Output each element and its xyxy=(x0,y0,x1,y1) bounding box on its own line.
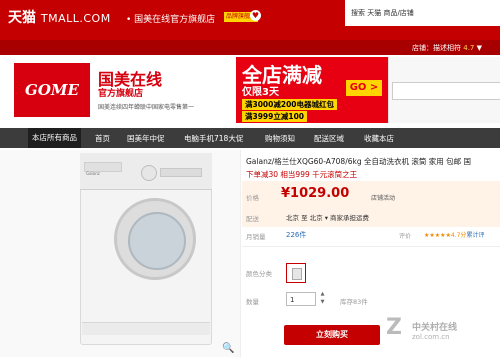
nav-item-midyear[interactable]: 国美年中促 xyxy=(127,133,165,144)
tmall-logo-en: TMALL.COM xyxy=(40,12,111,25)
rating-label: 店铺：描述相符 xyxy=(412,44,461,52)
color-label: 颜色分类 xyxy=(246,270,272,278)
promo-go-button[interactable]: GO > xyxy=(346,80,382,96)
washer-display xyxy=(160,168,202,177)
watermark-logo: Z xyxy=(386,315,402,340)
gome-logo[interactable]: GOME xyxy=(14,63,90,117)
price-value: ¥1029.00 xyxy=(281,186,349,201)
currency-symbol: ¥ xyxy=(281,186,291,201)
price-number: 1029.00 xyxy=(290,186,350,201)
review-label: 评价 xyxy=(399,233,412,240)
tmall-logo-cn: 天猫 xyxy=(8,10,36,26)
watermark-url: zol.com.cn xyxy=(412,333,450,341)
divider xyxy=(242,246,500,247)
brand-sub: 官方旗舰店 xyxy=(98,89,144,99)
qty-label: 数量 xyxy=(246,298,259,306)
sales-label: 月销量 xyxy=(246,233,266,241)
tmall-logo[interactable]: 天猫 TMALL.COM xyxy=(8,7,111,27)
nav-item-home[interactable]: 首页 xyxy=(95,133,110,144)
washer-dial xyxy=(141,165,157,181)
price-promo-tag[interactable]: 店铺活动 xyxy=(371,193,395,202)
promo-days: 仅限3天 xyxy=(242,87,279,98)
ship-label: 配送 xyxy=(246,215,259,223)
review-stars[interactable]: ★★★★★4.7分累计评 xyxy=(424,230,484,239)
sales-value: 226件 xyxy=(286,231,307,239)
color-option[interactable] xyxy=(286,263,306,283)
qty-up-icon[interactable]: ▲ xyxy=(318,291,327,298)
promo-line-2: 满3999立减100 xyxy=(242,111,308,122)
nav-item-computer[interactable]: 电脑手机718大促 xyxy=(184,133,243,144)
watermark-text: 中关村在线 xyxy=(412,323,458,333)
nav-item-delivery[interactable]: 配送区域 xyxy=(314,133,344,144)
nav-item-favorite[interactable]: 收藏本店 xyxy=(364,133,394,144)
stock-text: 库存83件 xyxy=(340,298,368,306)
color-thumb-icon xyxy=(292,268,302,280)
rating-value: 4.7 xyxy=(463,44,475,52)
washer-brand: Galanz xyxy=(86,171,100,176)
favorite-heart-icon[interactable]: ♥ xyxy=(250,10,261,21)
zoom-icon[interactable]: 🔍 xyxy=(222,343,234,354)
product-subtitle: 下单减30 相当999 千元滚筒之王 xyxy=(246,170,358,179)
search-input-text: 搜索 天猫 商品/店铺 xyxy=(351,9,414,17)
rating-arrow-icon: ▼ xyxy=(476,44,482,52)
review-count: 累计评 xyxy=(466,232,485,239)
ship-destination[interactable]: 北京 至 北京 ▾ 商家承担运费 xyxy=(286,212,369,222)
qty-down-icon[interactable]: ▼ xyxy=(318,299,327,306)
product-title: Galanz/格兰仕XQG60-A708/6kg 全自动洗衣机 滚筒 家用 包邮… xyxy=(246,157,472,166)
washer-door-glass xyxy=(128,212,186,270)
store-rating: 店铺：描述相符 4.7 ▼ xyxy=(412,43,482,53)
quantity-input[interactable]: 1 xyxy=(286,292,316,306)
nav-item-all-products[interactable]: 本店所有商品 xyxy=(28,128,81,148)
brand-tagline: 国美连续四年蝉联中国家电零售第一 xyxy=(98,104,195,111)
nav-item-notice[interactable]: 购物须知 xyxy=(265,133,295,144)
washer-base xyxy=(82,322,210,335)
store-name-link[interactable]: • 国美在线官方旗舰店 xyxy=(126,12,215,25)
stars-text: ★★★★★4.7分 xyxy=(424,232,467,239)
price-label: 价格 xyxy=(246,194,259,202)
banner-right-input[interactable] xyxy=(392,82,500,100)
search-input[interactable]: 搜索 天猫 商品/店铺 xyxy=(345,0,500,26)
promo-line-1: 满3000减200电器城红包 xyxy=(242,99,338,110)
buy-now-button[interactable]: 立刻购买 xyxy=(284,325,380,345)
